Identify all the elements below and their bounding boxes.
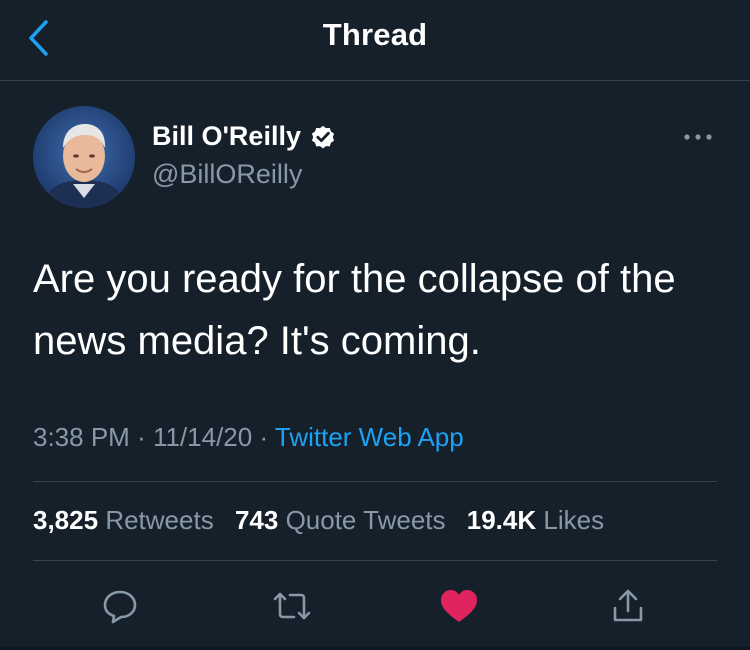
likes-label: Likes: [543, 505, 605, 535]
quote-tweets-count: 743: [234, 505, 279, 535]
thread-header: Thread: [0, 0, 750, 81]
author-name-text: Bill O'Reilly: [152, 121, 301, 151]
share-button[interactable]: [606, 584, 650, 628]
separator-dot: ·: [259, 422, 275, 452]
likes-stat[interactable]: 19.4K Likes: [467, 505, 604, 535]
tweet-text: Are you ready for the collapse of the ne…: [33, 257, 676, 363]
retweet-icon: [273, 592, 311, 620]
tweet-time[interactable]: 3:38 PM: [33, 422, 130, 452]
more-options-button[interactable]: [678, 126, 718, 148]
like-button[interactable]: [437, 584, 481, 628]
avatar[interactable]: [33, 106, 135, 208]
retweet-button[interactable]: [270, 584, 314, 628]
author-handle[interactable]: @BillOReilly: [152, 159, 302, 190]
divider: [33, 481, 717, 482]
retweets-label: Retweets: [105, 505, 214, 535]
tweet-source-link[interactable]: Twitter Web App: [275, 422, 464, 452]
separator-dot: ·: [137, 422, 153, 452]
tweet-date[interactable]: 11/14/20: [153, 422, 252, 452]
avatar-image: [33, 106, 135, 208]
likes-count: 19.4K: [466, 505, 537, 535]
quote-tweets-label: Quote Tweets: [285, 505, 446, 535]
divider: [33, 560, 717, 561]
share-icon: [613, 589, 643, 622]
page-title: Thread: [322, 17, 428, 52]
retweets-stat[interactable]: 3,825 Retweets: [33, 505, 214, 535]
engagement-stats: 3,825 Retweets 743 Quote Tweets 19.4K Li…: [33, 505, 618, 536]
verified-badge-icon: [311, 125, 335, 148]
quote-tweets-stat[interactable]: 743 Quote Tweets: [235, 505, 446, 535]
retweets-count: 3,825: [33, 505, 99, 535]
reply-button[interactable]: [98, 584, 142, 628]
author-name[interactable]: Bill O'Reilly: [152, 121, 337, 152]
reply-icon: [103, 590, 137, 624]
like-icon: [441, 590, 477, 622]
tweet-metadata: 3:38 PM · 11/14/20 · Twitter Web App: [33, 422, 464, 453]
more-dots-icon: [684, 134, 712, 140]
